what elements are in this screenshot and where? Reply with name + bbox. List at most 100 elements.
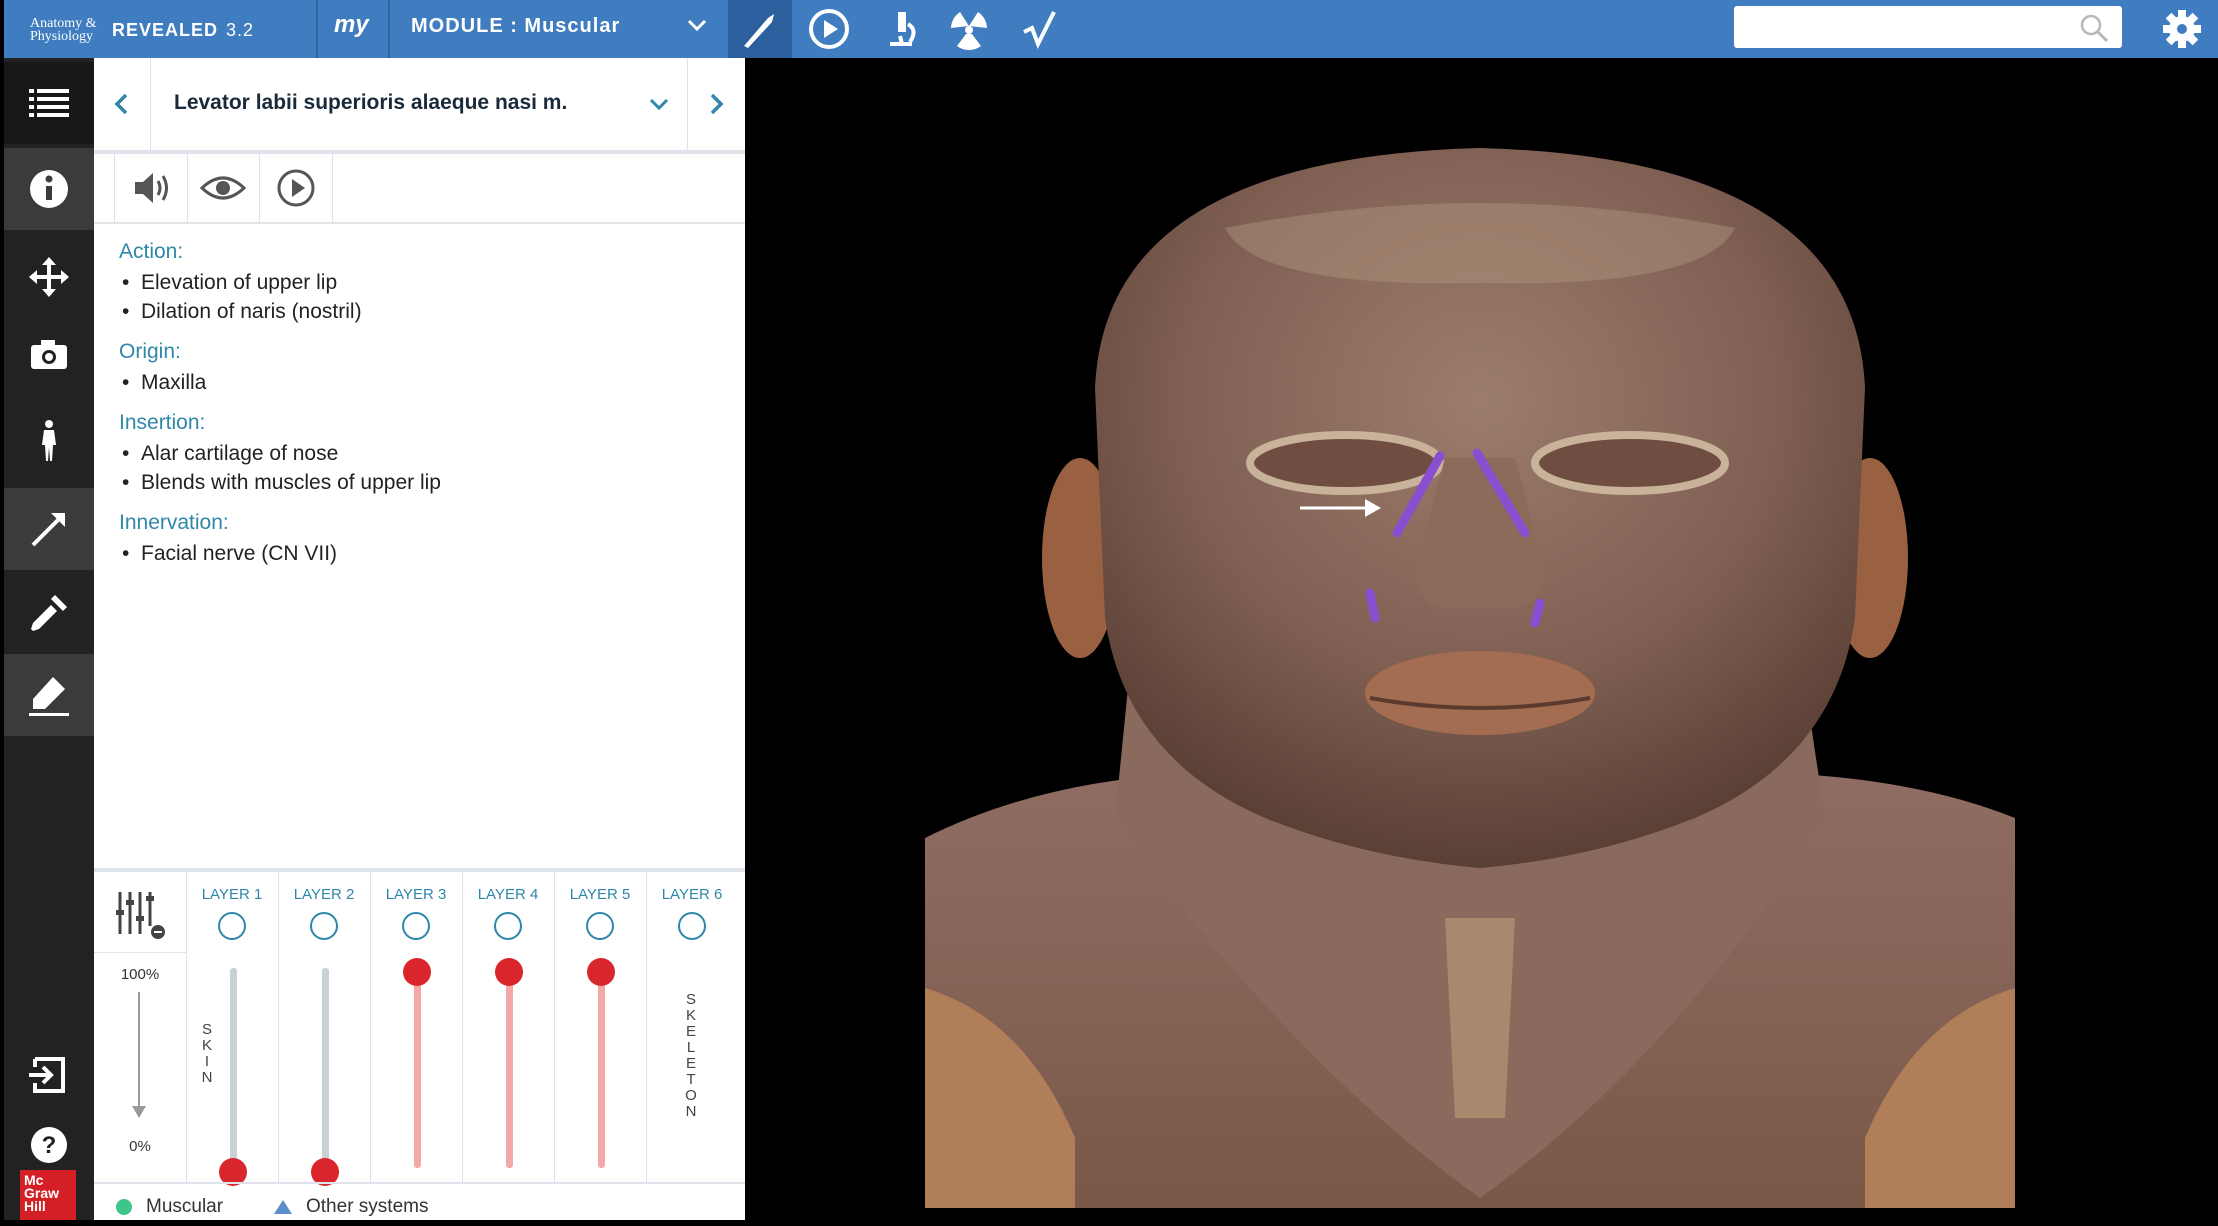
next-structure-button[interactable] xyxy=(687,58,744,150)
list-item: Dilation of naris (nostril) xyxy=(119,297,719,326)
layer-label: LAYER 1 xyxy=(201,886,263,903)
chevron-down-icon[interactable] xyxy=(646,91,672,117)
layer-column: LAYER 2 xyxy=(278,872,371,1186)
layer-slider-track[interactable] xyxy=(506,968,513,1168)
move-icon xyxy=(29,257,69,297)
module-selector[interactable]: MODULE : Muscular xyxy=(411,15,620,38)
contents-list-button[interactable] xyxy=(4,62,94,144)
play-circle-icon xyxy=(277,169,315,207)
circle-icon xyxy=(116,1199,132,1215)
search-icon[interactable] xyxy=(2078,12,2110,44)
structure-header: Levator labii superioris alaeque nasi m. xyxy=(94,58,745,154)
brand-subtitle: Anatomy & Physiology xyxy=(30,16,97,44)
legend-other-label: Other systems xyxy=(306,1196,429,1217)
opacity-scale: 100% 0% xyxy=(94,952,187,1182)
pronounce-button[interactable] xyxy=(114,154,188,222)
layer-label: LAYER 2 xyxy=(293,886,355,903)
body-view-button[interactable] xyxy=(4,400,94,482)
app-logo: Anatomy & Physiology REVEALED 3.2 xyxy=(30,10,254,50)
tool-rail: ? xyxy=(4,58,94,1220)
human-figure-icon xyxy=(42,420,56,461)
layer-label: LAYER 4 xyxy=(477,886,539,903)
trachea xyxy=(1445,918,1515,1118)
structure-title[interactable]: Levator labii superioris alaeque nasi m. xyxy=(174,91,567,115)
chevron-right-icon xyxy=(710,93,724,115)
layer-toggle[interactable] xyxy=(494,912,522,940)
opacity-min-label: 0% xyxy=(129,1138,151,1155)
sliders-icon xyxy=(116,892,165,939)
layer-slider-track[interactable] xyxy=(598,968,605,1168)
animation-button[interactable] xyxy=(260,154,333,222)
exit-icon xyxy=(29,1057,65,1093)
layer-slider-handle[interactable] xyxy=(403,958,431,986)
layer-toggle[interactable] xyxy=(218,912,246,940)
arrow-pin-icon xyxy=(31,513,65,547)
publisher-logo: Mc Graw Hill xyxy=(20,1170,76,1220)
layer-column: LAYER 4 xyxy=(462,872,555,1182)
insertion-label: Insertion: xyxy=(119,411,206,434)
mouth xyxy=(1365,651,1595,735)
my-button[interactable]: my xyxy=(334,11,369,39)
brand-name: REVEALED xyxy=(112,19,219,40)
action-list: Elevation of upper lip Dilation of naris… xyxy=(119,268,719,326)
legend-other: Other systems xyxy=(274,1196,428,1218)
opacity-scale-line xyxy=(138,992,140,1112)
divider xyxy=(388,0,390,58)
right-eye xyxy=(1531,431,1729,495)
layer-toggle[interactable] xyxy=(678,912,706,940)
search-input[interactable] xyxy=(1734,6,2122,48)
list-item: Alar cartilage of nose xyxy=(119,439,719,468)
layer-toggle[interactable] xyxy=(586,912,614,940)
layer-slider-handle[interactable] xyxy=(587,958,615,986)
eye-icon xyxy=(199,176,247,200)
dissect-tool-button[interactable] xyxy=(728,0,792,58)
layer-slider-track[interactable] xyxy=(322,968,329,1168)
visibility-button[interactable] xyxy=(187,154,260,222)
legend: Muscular Other systems xyxy=(94,1182,745,1226)
highlighter-tool-button[interactable] xyxy=(4,654,94,736)
arrow-down-icon xyxy=(132,1106,146,1118)
layer-settings-button[interactable] xyxy=(94,872,187,953)
structure-tools xyxy=(94,154,745,224)
legend-muscular: Muscular xyxy=(116,1196,223,1218)
structure-info: Action: Elevation of upper lip Dilation … xyxy=(119,240,719,568)
quiz-check-icon[interactable] xyxy=(1018,6,1064,52)
layer-label: LAYER 5 xyxy=(569,886,631,903)
layer-slider-track[interactable] xyxy=(414,968,421,1168)
chevron-down-icon[interactable] xyxy=(684,12,710,38)
radiation-icon[interactable] xyxy=(946,6,992,52)
layer-slider-handle[interactable] xyxy=(495,958,523,986)
left-eye xyxy=(1246,431,1444,495)
previous-structure-button[interactable] xyxy=(94,58,151,150)
pin-tool-button[interactable] xyxy=(4,488,94,570)
insertion-list: Alar cartilage of nose Blends with muscl… xyxy=(119,439,719,497)
layer-slider-track[interactable] xyxy=(230,968,237,1168)
info-button[interactable] xyxy=(4,148,94,230)
play-icon[interactable] xyxy=(806,6,852,52)
gear-icon[interactable] xyxy=(2160,7,2204,51)
camera-icon xyxy=(31,340,67,369)
layer-label: LAYER 3 xyxy=(385,886,447,903)
pan-button[interactable] xyxy=(4,236,94,318)
origin-list: Maxilla xyxy=(119,368,719,397)
screenshot-button[interactable] xyxy=(4,314,94,396)
layer-controls: 100% 0% LAYER 1 S K I N LAYER 2 LAYER 3 LAYER 4… xyxy=(94,868,745,1224)
layer-column: LAYER 3 xyxy=(370,872,463,1182)
microscope-icon[interactable] xyxy=(878,6,924,52)
help-icon: ? xyxy=(31,1127,67,1163)
action-label: Action: xyxy=(119,240,184,263)
layer-label: LAYER 6 xyxy=(661,886,723,903)
speaker-icon xyxy=(135,173,168,203)
dropper-tool-button[interactable] xyxy=(4,572,94,654)
scalpel-icon xyxy=(744,14,774,48)
layer-toggle[interactable] xyxy=(402,912,430,940)
legend-muscular-label: Muscular xyxy=(146,1196,224,1217)
layer-toggle[interactable] xyxy=(310,912,338,940)
layer-column: LAYER 6 SKELETON xyxy=(646,872,738,1182)
divider xyxy=(316,0,318,58)
anatomy-model[interactable] xyxy=(745,58,2218,1220)
list-item: Maxilla xyxy=(119,368,719,397)
anatomy-viewport[interactable] xyxy=(745,58,2218,1220)
eyedropper-icon xyxy=(31,595,67,631)
innervation-label: Innervation: xyxy=(119,511,229,534)
